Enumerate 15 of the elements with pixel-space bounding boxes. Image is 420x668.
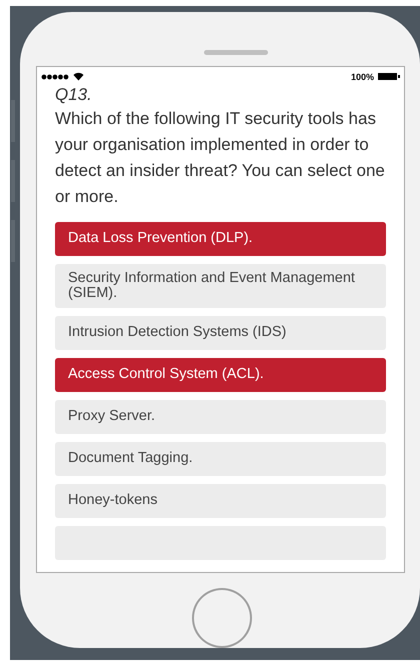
battery-icon (378, 73, 400, 80)
option-button[interactable]: Data Loss Prevention (DLP). (55, 222, 386, 256)
option-button[interactable]: Access Control System (ACL). (55, 358, 386, 392)
option-button[interactable]: Security Information and Event Management (SIEM). (55, 264, 386, 308)
signal-dots-icon (41, 74, 69, 80)
option-button[interactable]: Document Tagging. (55, 442, 386, 476)
question-number: Q13. (55, 84, 92, 106)
wifi-icon (73, 72, 84, 82)
speaker-slot (204, 50, 268, 55)
option-button[interactable]: Honey-tokens (55, 484, 386, 518)
option-button[interactable]: Intrusion Detection Systems (IDS) (55, 316, 386, 350)
option-button[interactable]: Proxy Server. (55, 400, 386, 434)
question-text: Which of the following IT security tools has your organisation implemented in order to detect an insider threat? You can select one or more. (55, 108, 386, 208)
battery-percentage: 100% (350, 72, 374, 82)
home-button[interactable] (192, 588, 252, 648)
